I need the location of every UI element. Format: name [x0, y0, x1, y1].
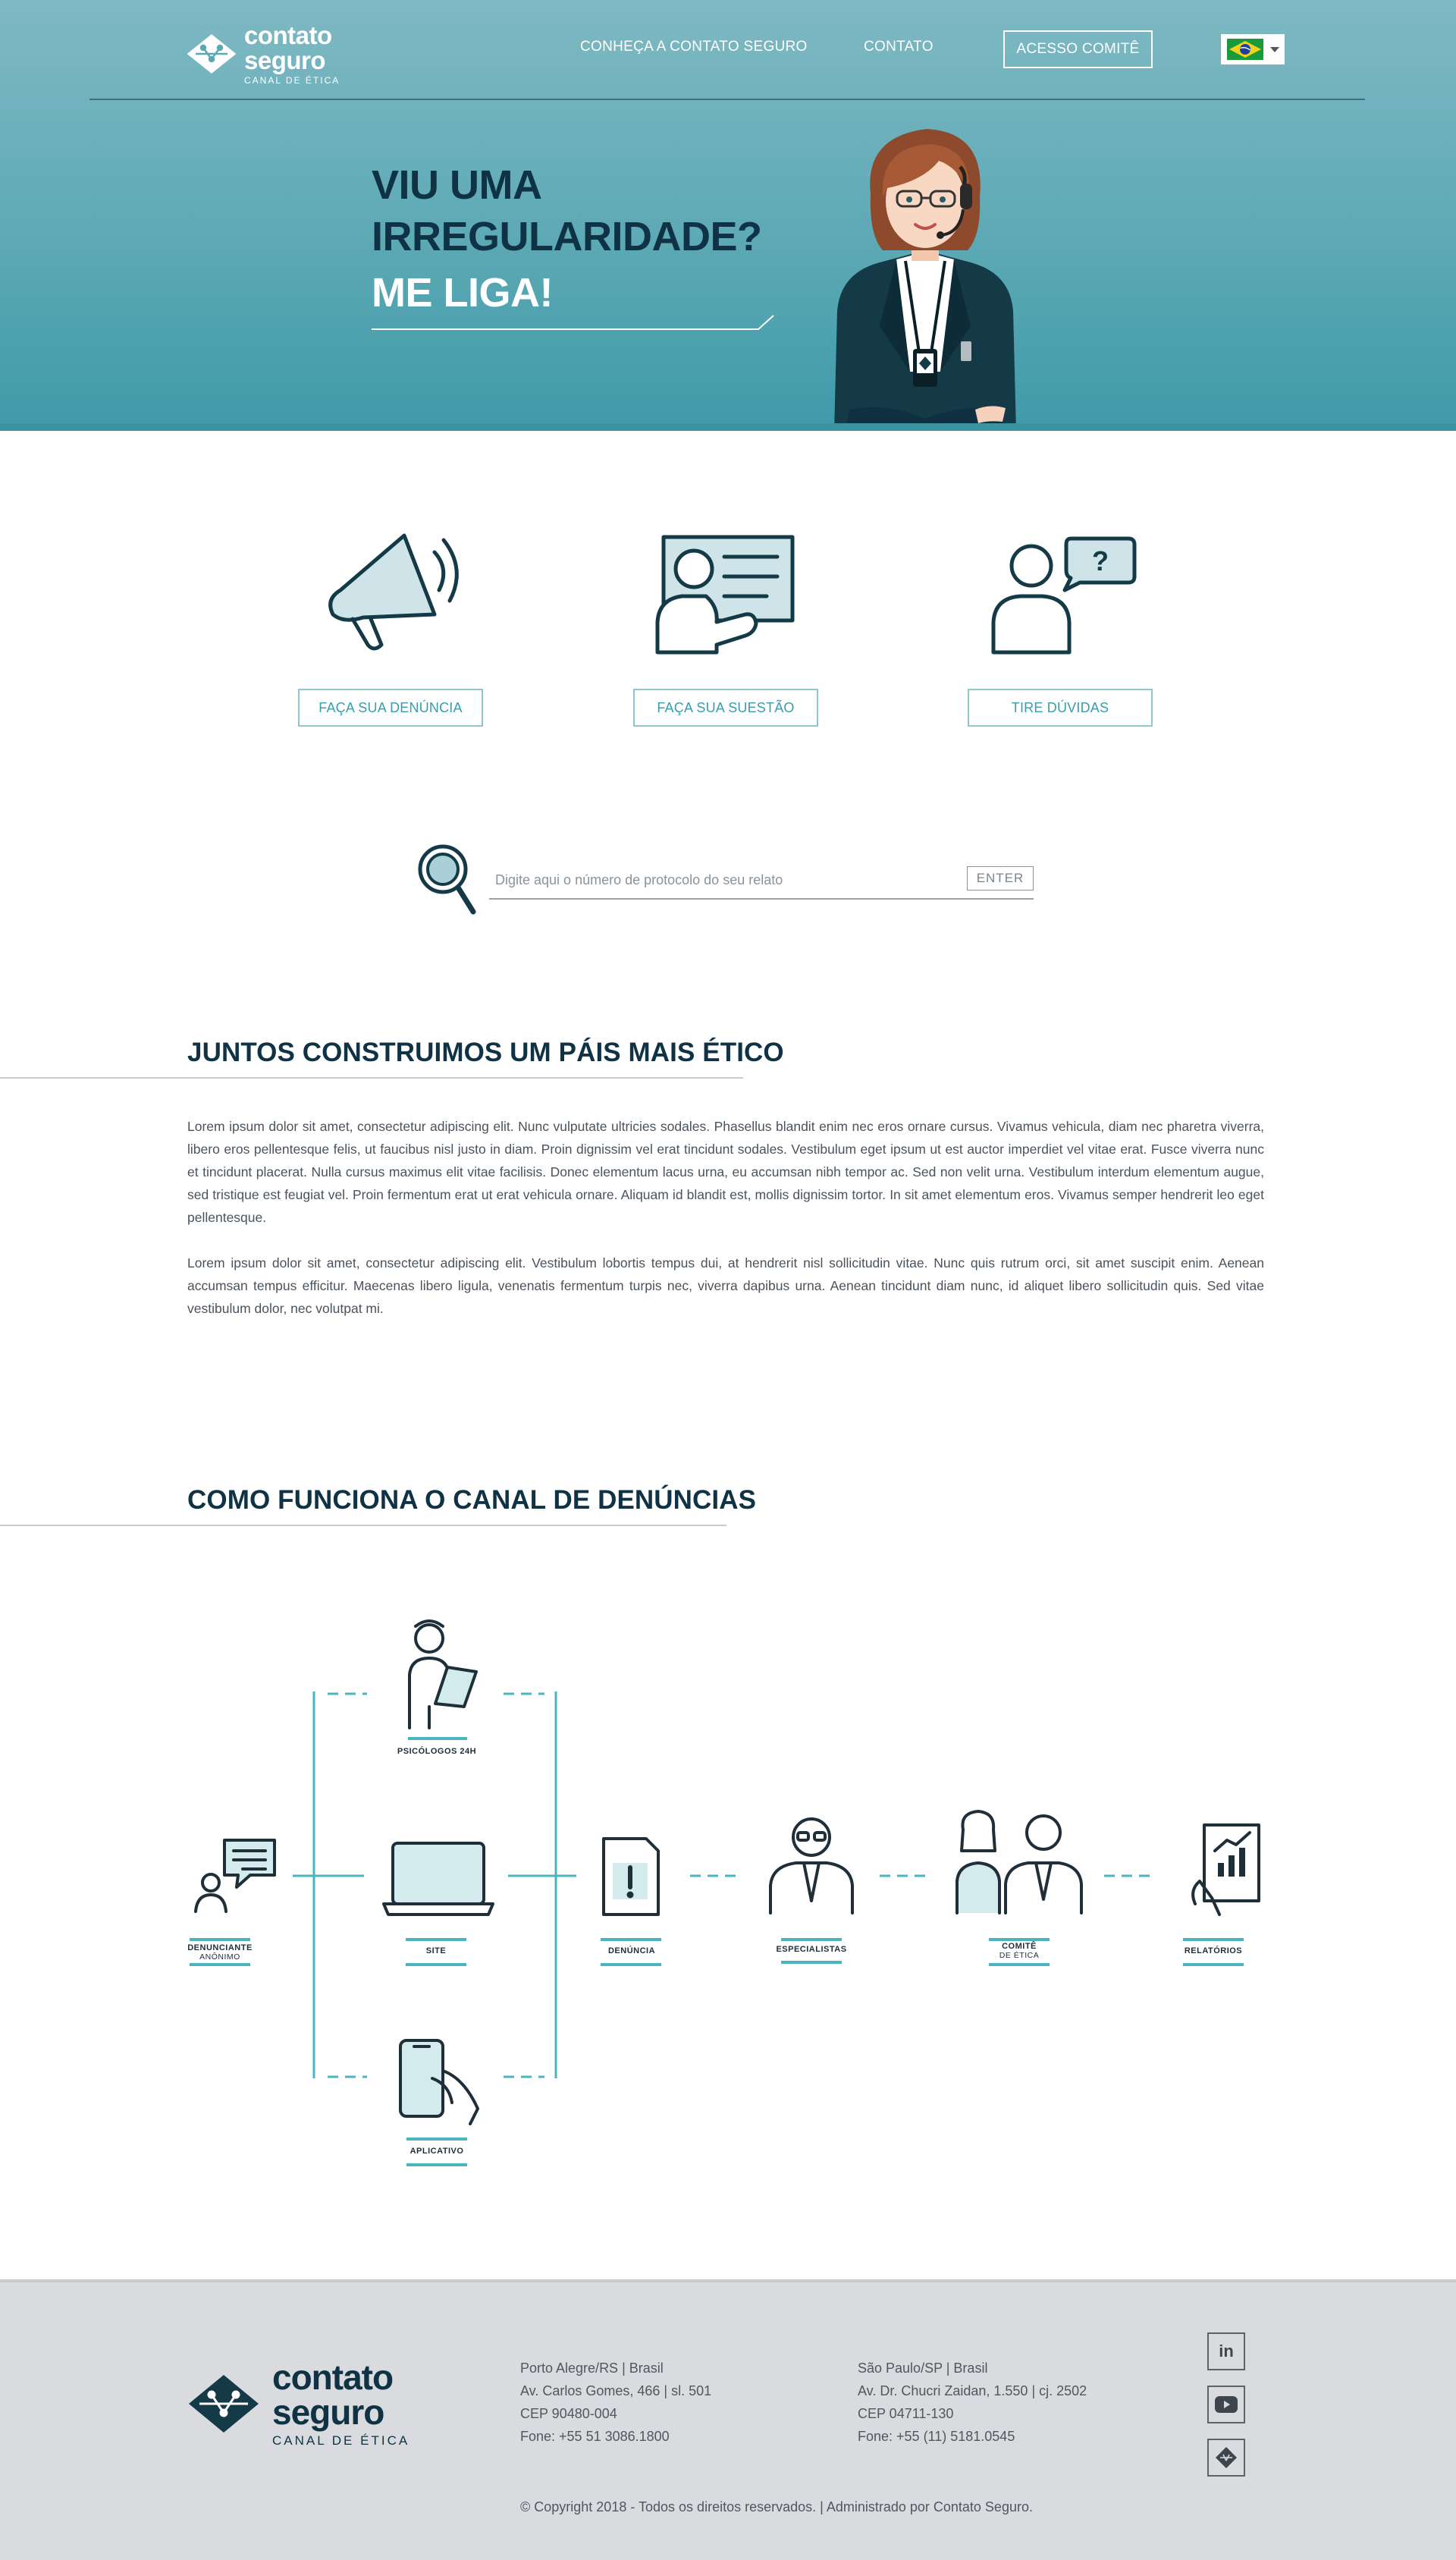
office1-phone: Fone: +55 51 3086.1800 — [520, 2429, 670, 2444]
footer-logo-seguro: seguro — [272, 2392, 384, 2432]
chevron-down-icon — [1270, 46, 1279, 52]
hero-underline — [372, 315, 774, 330]
hero-line-2: IRREGULARIDADE? — [372, 214, 762, 259]
contato-seguro-link[interactable] — [1207, 2439, 1245, 2477]
nav-link-about[interactable]: CONHEÇA A CONTATO SEGURO — [580, 39, 808, 55]
committee-label-sub: DE ÉTICA — [999, 1951, 1040, 1960]
whistleblower-label-main: DENUNCIANTE — [187, 1943, 253, 1952]
site-underline-2 — [406, 1963, 466, 1966]
reports-label: RELATÓRIOS — [1184, 1946, 1243, 1955]
specialists-underline-2 — [781, 1961, 842, 1964]
brazil-flag-icon — [1227, 39, 1263, 60]
hero-line-1: VIU UMA — [372, 162, 542, 208]
how-it-works-title-rule — [0, 1525, 726, 1526]
suggestion-button[interactable]: FAÇA SUA SUESTÃO — [633, 689, 818, 727]
site-footer: contato seguro CANAL DE ÉTICA Porto Aleg… — [0, 2279, 1456, 2560]
site-underline — [406, 1938, 466, 1941]
ethics-committee-icon — [956, 1810, 1083, 1915]
linkedin-link[interactable]: in — [1207, 2332, 1245, 2370]
whistleblower-underline-2 — [190, 1963, 250, 1966]
footer-logo[interactable]: contato seguro CANAL DE ÉTICA — [186, 2360, 410, 2447]
header-divider — [89, 99, 1365, 100]
office2-phone: Fone: +55 (11) 5181.0545 — [858, 2429, 1015, 2444]
office1-city: Porto Alegre/RS | Brasil — [520, 2361, 664, 2376]
committee-access-button[interactable]: ACESSO COMITÊ — [1003, 30, 1153, 68]
psychologist-icon — [408, 1619, 478, 1729]
office2-city: São Paulo/SP | Brasil — [858, 2361, 988, 2376]
report-document-icon — [602, 1837, 660, 1916]
laptop-icon — [382, 1842, 494, 1916]
hero-headline: VIU UMA IRREGULARIDADE? ME LIGA! — [372, 159, 762, 319]
hero-bottom-edge — [0, 423, 1456, 431]
contato-seguro-icon — [1216, 2447, 1237, 2468]
main-nav: CONHEÇA A CONTATO SEGURO CONTATO ACESSO … — [0, 30, 1456, 68]
questions-button[interactable]: TIRE DÚVIDAS — [968, 689, 1153, 727]
question-bubble-icon: ? — [991, 536, 1137, 655]
enter-button[interactable]: ENTER — [967, 866, 1034, 891]
logo-tagline: CANAL DE ÉTICA — [244, 75, 340, 86]
footer-logo-contato: contato — [272, 2357, 394, 2397]
workflow-diagram: PSICÓLOGOS 24H DENUNCIANTE ANÔNIMO SITE … — [0, 1593, 1456, 2200]
app-underline-2 — [406, 2163, 467, 2166]
specialist-icon — [769, 1817, 854, 1915]
report-button[interactable]: FAÇA SUA DENÚNCIA — [298, 689, 483, 727]
protocol-search-field: ENTER — [489, 865, 1034, 900]
office2-street: Av. Dr. Chucri Zaidan, 1.550 | cj. 2502 — [858, 2383, 1087, 2398]
whistleblower-label-sub: ANÔNIMO — [199, 1952, 240, 1962]
committee-label-main: COMITÊ — [1002, 1942, 1037, 1951]
linkedin-icon: in — [1219, 2342, 1234, 2361]
svg-text:?: ? — [1092, 545, 1109, 576]
address-sao-paulo: São Paulo/SP | Brasil Av. Dr. Chucri Zai… — [858, 2357, 1087, 2448]
report-label: DENÚNCIA — [607, 1946, 656, 1955]
report-underline — [601, 1938, 661, 1941]
psychologists-label: PSICÓLOGOS 24H — [397, 1747, 477, 1756]
logo-mark-icon — [189, 2374, 259, 2433]
reports-chart-icon — [1191, 1823, 1260, 1916]
reports-underline-2 — [1183, 1963, 1244, 1966]
office1-zip: CEP 90480-004 — [520, 2406, 617, 2421]
about-paragraph-1: Lorem ipsum dolor sit amet, consectetur … — [187, 1119, 1264, 1225]
anonymous-person-icon — [194, 1839, 276, 1913]
specialists-underline — [781, 1938, 842, 1941]
language-select[interactable] — [1221, 34, 1285, 64]
about-paragraph-2: Lorem ipsum dolor sit amet, consectetur … — [187, 1255, 1264, 1316]
office2-zip: CEP 04711-130 — [858, 2406, 954, 2421]
address-porto-alegre: Porto Alegre/RS | Brasil Av. Carlos Gome… — [520, 2357, 711, 2448]
about-title-rule — [0, 1077, 743, 1079]
app-label: APLICATIVO — [410, 2147, 464, 2156]
about-title: JUNTOS CONSTRUIMOS UM PÁIS MAIS ÉTICO — [187, 1038, 784, 1067]
copyright-text: © Copyright 2018 - Todos os direitos res… — [520, 2499, 1033, 2514]
presentation-board-icon — [655, 535, 795, 655]
app-underline — [406, 2138, 467, 2141]
how-it-works-title: COMO FUNCIONA O CANAL DE DENÚNCIAS — [187, 1485, 757, 1515]
report-underline-2 — [601, 1963, 661, 1966]
reports-underline — [1183, 1938, 1244, 1941]
office1-street: Av. Carlos Gomes, 466 | sl. 501 — [520, 2383, 712, 2398]
magnifier-icon — [418, 844, 476, 915]
psychologists-underline — [408, 1737, 467, 1740]
megaphone-icon — [328, 533, 459, 651]
youtube-link[interactable] — [1207, 2386, 1245, 2423]
site-label: SITE — [425, 1946, 447, 1955]
youtube-icon — [1215, 2396, 1238, 2413]
smartphone-icon — [399, 2039, 479, 2125]
whistleblower-underline — [190, 1938, 250, 1941]
committee-label: COMITÊ DE ÉTICA — [966, 1942, 1072, 1960]
protocol-search-input[interactable] — [495, 872, 950, 888]
nav-link-contact[interactable]: CONTATO — [864, 39, 934, 55]
whistleblower-label: DENUNCIANTE ANÔNIMO — [167, 1943, 273, 1962]
specialists-label: ESPECIALISTAS — [776, 1945, 847, 1954]
footer-logo-tagline: CANAL DE ÉTICA — [272, 2433, 410, 2448]
call-center-agent-illustration — [834, 129, 1016, 431]
committee-underline-2 — [989, 1963, 1050, 1966]
hero-banner: contato seguro CANAL DE ÉTICA CONHEÇA A … — [0, 0, 1456, 431]
workflow-diagram-graphic — [194, 1619, 1260, 2125]
committee-underline — [989, 1938, 1050, 1941]
